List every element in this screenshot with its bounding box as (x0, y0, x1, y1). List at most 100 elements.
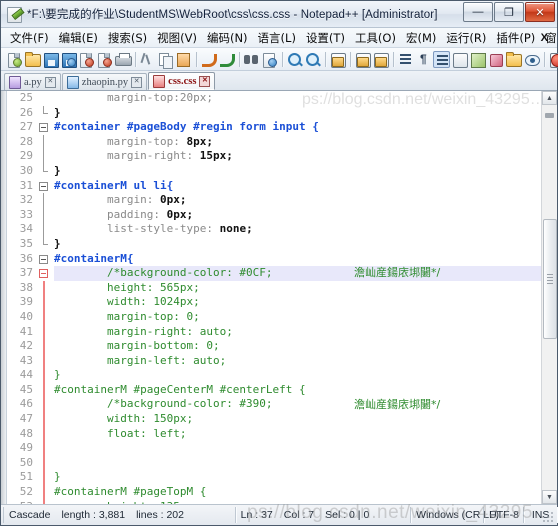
code-line[interactable]: float: left; (54, 427, 541, 442)
fold-marker-row[interactable] (37, 280, 52, 296)
code-line[interactable]: #containerM #pageTopM { (54, 485, 541, 500)
code-line[interactable]: } (54, 368, 541, 383)
menu-search[interactable]: 搜索(S) (103, 28, 152, 48)
code-line[interactable]: } (54, 237, 541, 252)
code-line[interactable]: margin: 0px; (54, 193, 541, 208)
menu-file[interactable]: 文件(F) (5, 28, 54, 48)
code-line[interactable]: margin-top: 0; (54, 310, 541, 325)
close-all-icon[interactable] (96, 51, 113, 68)
menu-plugins[interactable]: 插件(P) (491, 28, 540, 48)
code-text-area[interactable]: ps://blog.csdn.net/weixin_43295… margin-… (52, 91, 541, 504)
word-wrap-icon[interactable] (372, 51, 389, 68)
menu-encoding[interactable]: 编码(N) (202, 28, 253, 48)
code-line[interactable]: #containerM ul li{ (54, 179, 541, 194)
indent-guide-icon[interactable]: ¶ (415, 51, 432, 68)
fold-collapse-icon-active[interactable] (39, 269, 48, 279)
undo-icon[interactable] (200, 51, 217, 68)
fold-collapse-icon[interactable] (39, 123, 48, 133)
copy-icon[interactable] (157, 51, 174, 69)
vertical-scrollbar[interactable]: ▲ ▼ (541, 91, 557, 504)
tab-a-py[interactable]: a.py ✕ (4, 73, 61, 90)
fold-marker-row[interactable] (37, 179, 52, 194)
status-encoding[interactable]: UTF-8 (484, 507, 525, 523)
user-defined-dialog-icon[interactable] (433, 50, 450, 68)
menu-run[interactable]: 运行(R) (441, 28, 491, 48)
menu-macro[interactable]: 宏(M) (401, 28, 441, 48)
fold-marker-row[interactable] (37, 426, 52, 442)
code-editor[interactable]: 25 26 27 28 29 30 31 32 33 34 35 36 37 38 39 40 41 42 43 44… (6, 91, 541, 504)
fold-marker-row[interactable] (37, 91, 52, 106)
fold-marker-row[interactable] (37, 105, 52, 121)
code-line[interactable]: } (54, 106, 541, 121)
fold-marker-row[interactable] (37, 222, 52, 237)
document-map-icon[interactable] (451, 51, 468, 68)
tab-css-css[interactable]: css.css ✕ (148, 72, 216, 90)
replace-icon[interactable] (261, 51, 278, 68)
close-button[interactable]: ✕ (525, 2, 555, 22)
menu-edit[interactable]: 编辑(E) (54, 28, 103, 48)
sync-horizontal-icon[interactable] (354, 51, 371, 68)
fold-marker-row[interactable] (37, 382, 52, 398)
code-line[interactable] (54, 456, 541, 471)
cut-icon[interactable] (139, 51, 156, 68)
open-file-icon[interactable] (24, 51, 41, 68)
code-line[interactable]: margin-top:20px; (54, 91, 541, 106)
fold-marker-row[interactable] (37, 252, 52, 267)
maximize-button[interactable]: ❐ (494, 2, 524, 22)
tab-close-icon[interactable]: ✕ (131, 76, 143, 88)
code-line[interactable] (54, 441, 541, 456)
menu-tools[interactable]: 工具(O) (350, 28, 401, 48)
code-line[interactable]: width: 1024px; (54, 295, 541, 310)
code-line[interactable]: margin-top: 8px; (54, 135, 541, 150)
menu-language[interactable]: 语言(L) (253, 28, 301, 48)
code-line[interactable]: padding: 0px; (54, 208, 541, 223)
fold-marker-row[interactable] (37, 236, 52, 252)
status-eol-format[interactable]: Windows (CR LF) (411, 507, 499, 523)
scroll-up-button[interactable]: ▲ (542, 91, 557, 105)
monitoring-icon[interactable] (505, 51, 522, 68)
zoom-in-icon[interactable] (286, 51, 303, 68)
code-line[interactable]: /*background-color: #390; (54, 397, 541, 412)
code-line[interactable]: margin-bottom: 0; (54, 339, 541, 354)
fold-marker-row[interactable] (37, 295, 52, 310)
resize-grip-icon[interactable] (543, 512, 555, 524)
fold-collapse-icon[interactable] (39, 254, 48, 264)
eye-icon[interactable] (523, 51, 540, 68)
save-all-icon[interactable] (60, 51, 77, 68)
macro-record-icon[interactable] (548, 51, 558, 68)
fold-marker-row[interactable] (37, 441, 52, 456)
menu-settings[interactable]: 设置(T) (301, 28, 350, 48)
fold-marker-row[interactable] (37, 266, 52, 281)
code-line[interactable]: margin-left: auto; (54, 354, 541, 369)
zoom-out-icon[interactable] (304, 51, 321, 68)
fold-marker-row[interactable] (37, 368, 52, 383)
code-folding-gutter[interactable] (37, 91, 52, 504)
code-line[interactable]: #containerM #pageCenterM #centerLeft { (54, 383, 541, 398)
code-line[interactable]: } (54, 470, 541, 485)
fold-marker-row[interactable] (37, 397, 52, 413)
sync-vertical-icon[interactable] (329, 51, 346, 68)
menu-view[interactable]: 视图(V) (152, 28, 202, 48)
save-icon[interactable] (42, 51, 59, 68)
new-file-icon[interactable] (6, 51, 23, 68)
tab-close-icon[interactable]: ✕ (44, 76, 56, 88)
fold-marker-row[interactable] (37, 309, 52, 325)
fold-marker-row[interactable] (37, 470, 52, 486)
tab-close-icon[interactable]: ✕ (199, 75, 211, 87)
tab-zhaopin-py[interactable]: zhaopin.py ✕ (61, 73, 148, 90)
code-line[interactable]: #containerM{ (54, 252, 541, 267)
fold-marker-row[interactable] (37, 412, 52, 427)
scrollbar-thumb[interactable] (543, 219, 557, 339)
code-line[interactable]: list-style-type: none; (54, 222, 541, 237)
find-icon[interactable] (243, 51, 260, 68)
fold-collapse-icon[interactable] (39, 181, 48, 191)
code-line[interactable]: } (54, 164, 541, 179)
code-line[interactable]: #container #pageBody #regin form input { (54, 120, 541, 135)
function-list-icon[interactable] (469, 51, 486, 68)
scroll-down-button[interactable]: ▼ (542, 490, 557, 504)
show-all-chars-icon[interactable] (397, 51, 414, 68)
fold-marker-row[interactable] (37, 353, 52, 369)
fold-marker-row[interactable] (37, 324, 52, 340)
close-document-button[interactable]: X (541, 32, 548, 44)
code-line[interactable]: margin-right: auto; (54, 325, 541, 340)
